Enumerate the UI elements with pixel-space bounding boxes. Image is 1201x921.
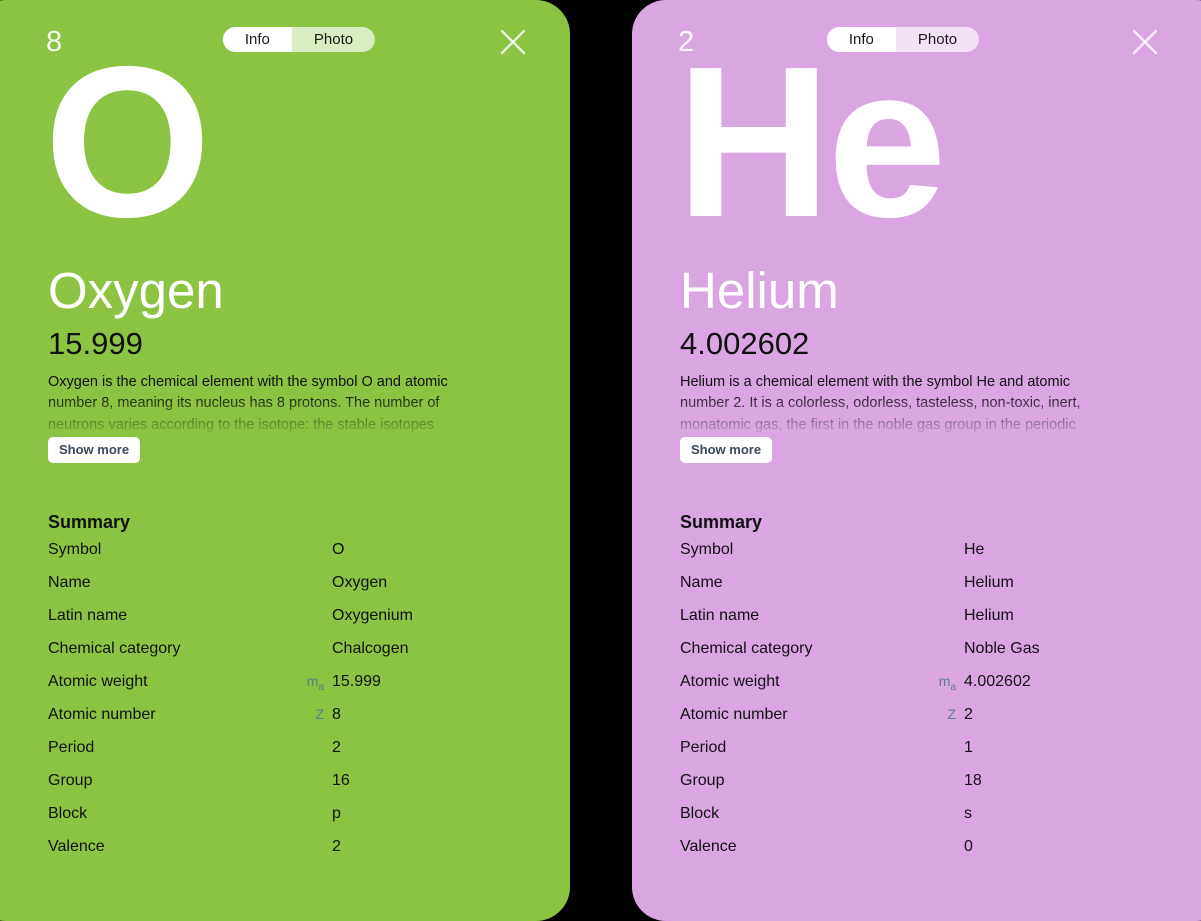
summary-row-symbol: ma [306, 673, 324, 693]
summary-row: Latin name Oxygenium [48, 607, 522, 640]
summary-row-value: 4.002602 [964, 673, 1031, 690]
summary-row-label: Block [48, 805, 88, 822]
show-more-button[interactable]: Show more [48, 437, 141, 463]
summary-row-value: Helium [964, 574, 1014, 591]
summary-row-label: Latin name [48, 607, 128, 624]
summary-row-label: Group [48, 772, 93, 789]
element-card-helium: 2 Info Photo He Helium 4.002602 Helium i… [632, 0, 1201, 921]
summary-table: Symbol He Name Helium Latin name Helium Chemic… [680, 541, 1154, 871]
screen-root: 8 Info Photo O Oxygen 15.999 Oxygen is t… [0, 0, 1201, 921]
summary-row-label: Valence [680, 838, 737, 855]
summary-row-label: Group [680, 772, 725, 789]
card-inner: 8 Info Photo O Oxygen 15.999 Oxygen is t… [0, 0, 570, 921]
summary-row-value: 16 [332, 772, 350, 789]
summary-section: Summary Symbol He Name Helium Latin name Heli… [680, 509, 1154, 871]
element-description: Helium is a chemical element with the sy… [680, 374, 1081, 433]
summary-row: Chemical category Noble Gas [680, 640, 1154, 673]
summary-row-label: Period [48, 739, 95, 756]
element-name: Oxygen [48, 262, 224, 319]
summary-title: Summary [48, 512, 131, 532]
summary-row: Valence 0 [680, 838, 1154, 871]
summary-row: Group 16 [48, 772, 522, 805]
show-more-button[interactable]: Show more [680, 437, 773, 463]
summary-row-label: Symbol [680, 541, 734, 558]
summary-row-value: 8 [332, 706, 341, 723]
summary-row-value: 2 [332, 739, 341, 756]
summary-row-label: Block [680, 805, 720, 822]
element-atomic-weight: 15.999 [48, 326, 143, 361]
summary-row: Block s [680, 805, 1154, 838]
summary-row-label: Symbol [48, 541, 102, 558]
summary-row-label: Atomic number [680, 706, 788, 723]
card-body: He Helium 4.002602 Helium is a chemical … [676, 0, 1154, 921]
summary-row-value: 2 [332, 838, 341, 855]
element-atomic-weight: 4.002602 [680, 326, 810, 361]
summary-row: Symbol O [48, 541, 522, 574]
summary-row-label: Chemical category [48, 640, 181, 657]
summary-row-value: Oxygenium [332, 607, 413, 624]
summary-table: Symbol O Name Oxygen Latin name Oxygenium Chem… [48, 541, 522, 871]
summary-row: Name Helium [680, 574, 1154, 607]
summary-row: Valence 2 [48, 838, 522, 871]
summary-row-value: 18 [964, 772, 982, 789]
summary-row: Period 2 [48, 739, 522, 772]
summary-row: Atomic weight ma 4.002602 [680, 673, 1154, 706]
summary-row-value: Helium [964, 607, 1014, 624]
element-symbol: O [44, 21, 211, 262]
summary-row-label: Atomic weight [48, 673, 148, 690]
summary-row-symbol: Z [947, 706, 956, 722]
summary-row: Latin name Helium [680, 607, 1154, 640]
summary-row-label: Chemical category [680, 640, 813, 657]
summary-row-label: Name [48, 574, 91, 591]
summary-row-value: p [332, 805, 341, 822]
summary-row: Atomic number Z 8 [48, 706, 522, 739]
summary-row: Atomic weight ma 15.999 [48, 673, 522, 706]
summary-row: Period 1 [680, 739, 1154, 772]
card-body: O Oxygen 15.999 Oxygen is the chemical e… [44, 0, 522, 921]
summary-row-label: Period [680, 739, 727, 756]
summary-section: Summary Symbol O Name Oxygen Latin name Oxyge… [48, 509, 522, 871]
element-description: Oxygen is the chemical element with the … [48, 374, 448, 433]
summary-row-value: He [964, 541, 985, 558]
summary-row-value: Chalcogen [332, 640, 409, 657]
summary-row-value: s [964, 805, 972, 822]
summary-row-value: O [332, 541, 345, 558]
summary-row-symbol: ma [938, 673, 956, 693]
summary-row: Symbol He [680, 541, 1154, 574]
summary-row-value: 0 [964, 838, 973, 855]
element-symbol: He [676, 21, 947, 262]
element-card-oxygen: 8 Info Photo O Oxygen 15.999 Oxygen is t… [0, 0, 570, 921]
summary-row-label: Valence [48, 838, 105, 855]
summary-row: Atomic number Z 2 [680, 706, 1154, 739]
summary-row-label: Atomic number [48, 706, 156, 723]
summary-row-label: Name [680, 574, 723, 591]
summary-row-value: Noble Gas [964, 640, 1040, 657]
card-inner: 2 Info Photo He Helium 4.002602 Helium i… [632, 0, 1201, 921]
summary-row-label: Latin name [680, 607, 760, 624]
summary-row: Chemical category Chalcogen [48, 640, 522, 673]
summary-row-value: 1 [964, 739, 973, 756]
summary-row-value: Oxygen [332, 574, 388, 591]
summary-row-label: Atomic weight [680, 673, 780, 690]
summary-row-value: 2 [964, 706, 973, 723]
element-name: Helium [680, 262, 839, 319]
summary-row-symbol: Z [315, 706, 324, 722]
summary-row: Name Oxygen [48, 574, 522, 607]
summary-row-value: 15.999 [332, 673, 381, 690]
summary-row: Group 18 [680, 772, 1154, 805]
summary-title: Summary [680, 512, 763, 532]
summary-row: Block p [48, 805, 522, 838]
